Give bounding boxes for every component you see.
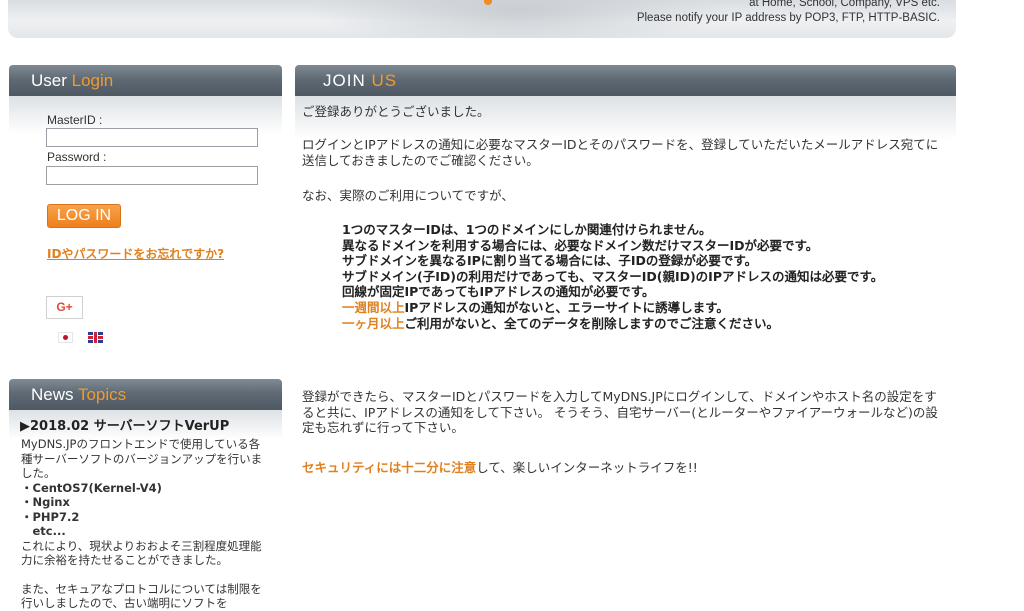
google-plus-button[interactable]: G+ [46,296,83,319]
user-login-header: User Login [9,65,282,96]
masterid-input[interactable] [46,128,258,147]
password-input[interactable] [46,166,258,185]
rule-rest: IPアドレスの通知がないと、エラーサイトに誘導します。 [404,299,729,315]
after-registration-note: 登録ができたら、マスターIDとパスワードを入力してMyDNS.JPにログインして… [302,389,938,435]
rule-rest: ご利用がないと、全てのデータを削除しますのでご注意ください。 [404,315,780,331]
thanks-message: ご登録ありがとうございました。 [302,104,490,119]
rule-item: 回線が固定IPであってもIPアドレスの通知が必要です。 [342,284,655,300]
top-banner: at Home, School, Company, VPS etc. Pleas… [8,0,956,38]
join-us-header-accent: US [371,71,398,90]
rule-item: サブドメインを異なるIPに割り当てる場合には、子IDの登録が必要です。 [342,253,758,269]
security-accent: セキュリティには十二分に注意 [302,460,477,475]
usage-rules: 1つのマスターIDは、1つのドメインにしか関連付けられません。 異なるドメインを… [342,222,942,331]
news-more: また、セキュアなプロトコルについては制限を行いしましたので、古い端明にソフトを [21,581,262,611]
japan-flag-icon[interactable] [58,332,73,343]
rule-accent: 一ヶ月以上 [342,315,405,331]
login-button[interactable]: LOG IN [47,204,121,228]
user-login-header-main: User [31,71,72,90]
security-rest: して、楽しいインターネットライフを!! [476,460,698,475]
password-label: Password : [47,150,107,164]
rule-accent: 一週間以上 [342,299,405,315]
news-topics-header-main: News [31,385,78,404]
banner-line-1: at Home, School, Company, VPS etc. [749,0,940,9]
news-item-body: MyDNS.JPのフロントエンドで使用している各種サーバーソフトのバージョンアッ… [21,437,271,611]
news-list-item: ・Nginx [21,495,70,509]
news-topics-header-accent: Topics [77,385,127,404]
masterid-label: MasterID : [47,113,103,127]
banner-line-2: Please notify your IP address by POP3, F… [636,12,940,24]
join-us-header: JOIN US [295,65,956,96]
news-item-title: ▶2018.02 サーバーソフトVerUP [20,419,230,434]
forgot-credentials-link[interactable]: IDやパスワードをお忘れですか? [47,245,224,262]
rule-item: 一ヶ月以上ご利用がないと、全てのデータを削除しますのでご注意ください。 [342,316,942,332]
usage-note: なお、実際のご利用についてですが、 [302,188,514,203]
rule-item: サブドメイン(子ID)の利用だけであっても、マスターID(親ID)のIPアドレス… [342,268,884,284]
rule-item: 一週間以上IPアドレスの通知がないと、エラーサイトに誘導します。 [342,300,942,316]
rule-item: 1つのマスターIDは、1つのドメインにしか関連付けられません。 [342,222,712,237]
uk-flag-icon[interactable] [88,332,103,343]
google-plus-icon: G+ [56,300,73,314]
news-result: これにより、現状よりおおよそ三割程度処理能力に余裕を持たせることができました。 [21,538,262,568]
news-intro: MyDNS.JPのフロントエンドで使用している各種サーバーソフトのバージョンアッ… [21,437,263,480]
news-list-item: etc... [21,524,66,538]
rule-item: 異なるドメインを利用する場合には、必要なドメイン数だけマスターIDが必要です。 [342,237,819,253]
news-list-item: ・CentOS7(Kernel-V4) [21,480,162,495]
mail-sent-note: ログインとIPアドレスの通知に必要なマスターIDとそのパスワードを、登録していた… [302,137,939,168]
news-list-item: ・PHP7.2 [21,509,80,524]
news-topics-header: News Topics [9,379,282,410]
join-us-header-main: JOIN [323,71,372,90]
security-note: セキュリティには十二分に注意して、楽しいインターネットライフを!! [302,457,698,476]
user-login-header-accent: Login [71,71,114,90]
